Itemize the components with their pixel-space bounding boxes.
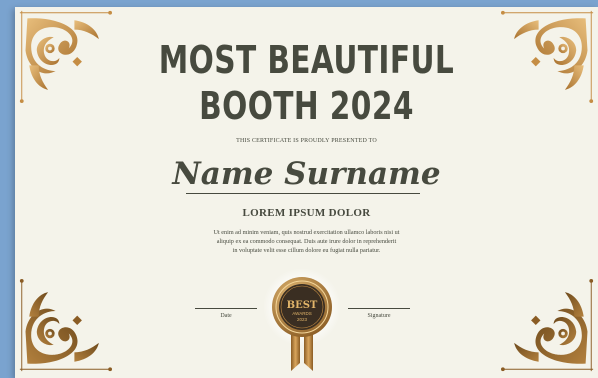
recipient-name: Name Surname [172, 156, 441, 192]
body-line: in voluptate velit esse cillum dolore eu… [232, 247, 381, 254]
certificate-subtitle: LOREM IPSUM DOLOR [242, 207, 371, 219]
date-label: Date [220, 313, 232, 319]
signature-line [348, 308, 410, 309]
seal-text-awards: AWARDS [292, 311, 311, 316]
signature-label: Signature [367, 313, 391, 319]
certificate-body: Ut enim ad minim veniam, quis nostrud ex… [165, 228, 448, 255]
title-line-2: BOOTH 2024 [199, 84, 414, 128]
name-underline [186, 193, 420, 194]
corner-ornament-icon [19, 279, 112, 372]
presented-to-text: THIS CERTIFICATE IS PROUDLY PRESENTED TO [236, 138, 377, 144]
award-seal-icon: BEST AWARDS 2023 [263, 268, 341, 371]
certificate-title: MOST BEAUTIFUL BOOTH 2024 [79, 37, 534, 129]
seal-text-year: 2023 [297, 317, 308, 322]
date-line [195, 308, 257, 309]
title-line-1: MOST BEAUTIFUL [158, 38, 455, 82]
body-line: aliquip ex ea commodo consequat. Duis au… [216, 238, 397, 245]
certificate: MOST BEAUTIFUL BOOTH 2024 THIS CERTIFICA… [15, 7, 598, 378]
seal-text-best: BEST [287, 300, 318, 311]
corner-ornament-icon [501, 279, 594, 372]
body-line: Ut enim ad minim veniam, quis nostrud ex… [213, 229, 400, 236]
